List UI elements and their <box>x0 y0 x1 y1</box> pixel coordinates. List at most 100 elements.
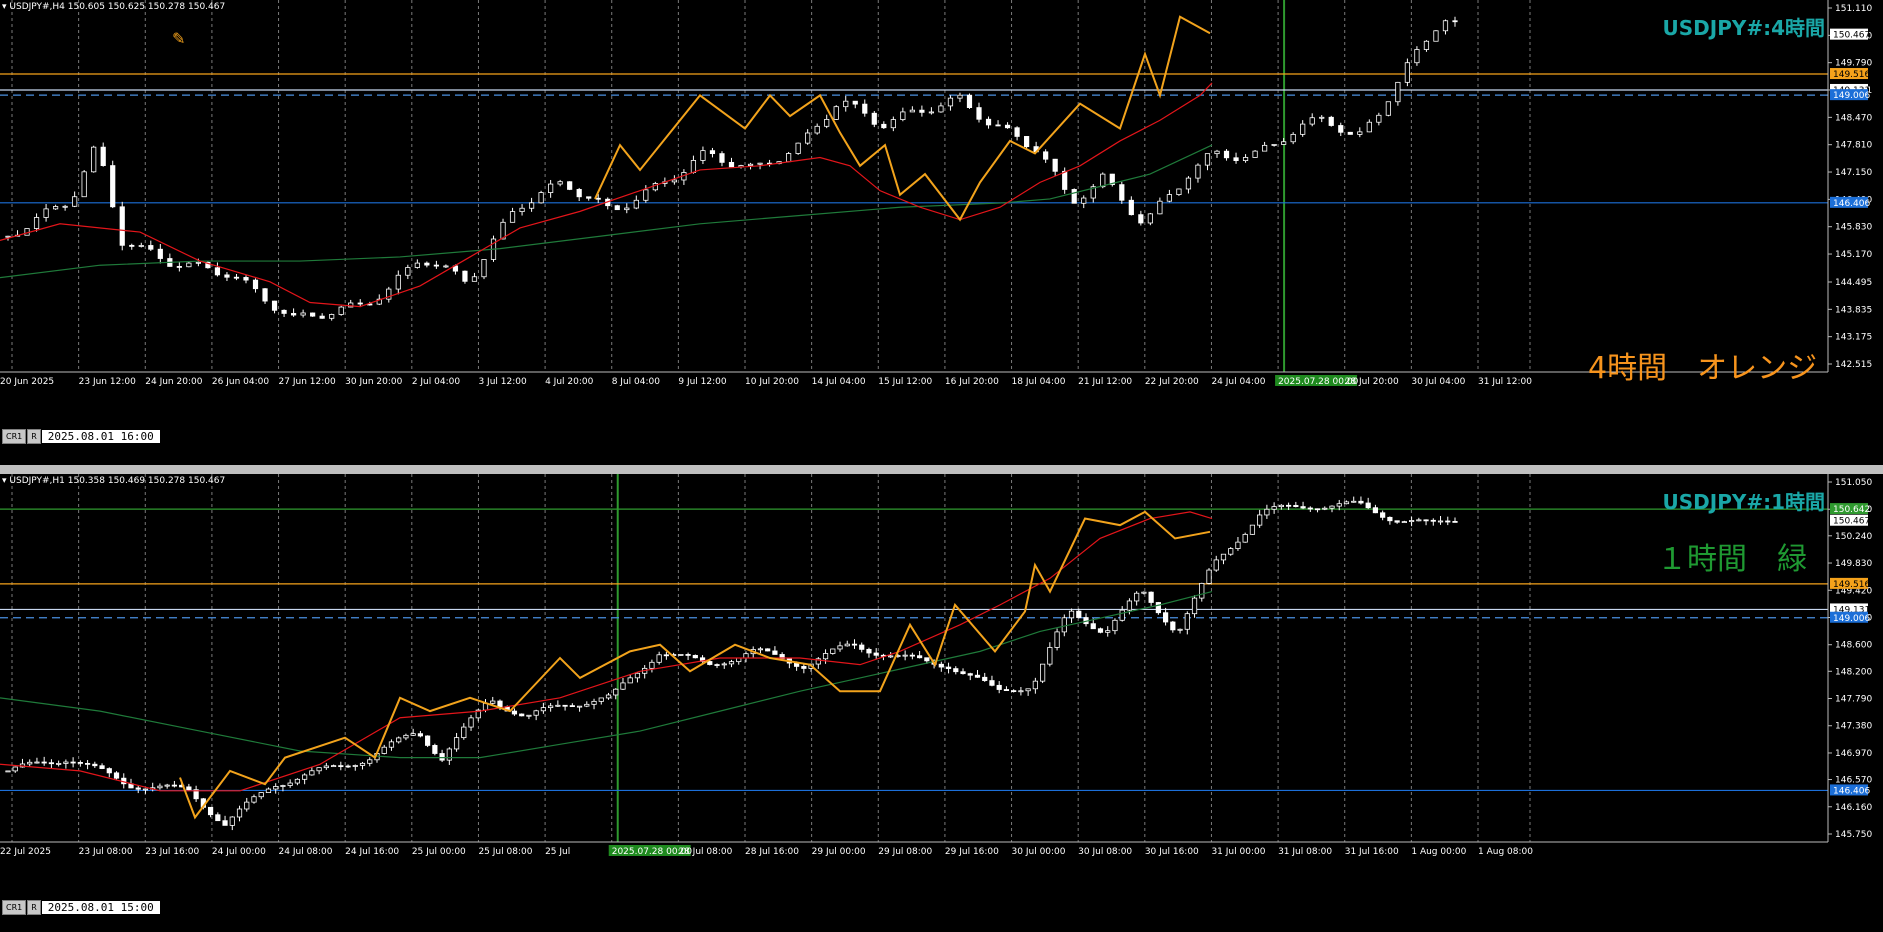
price-tick-label: 145.750 <box>1835 830 1872 840</box>
candle-body <box>1328 116 1334 126</box>
candle-body <box>960 671 966 675</box>
candle-body <box>323 765 329 769</box>
price-tick-label: 147.810 <box>1835 141 1872 151</box>
candle-body <box>1357 131 1363 135</box>
candle-body <box>1394 520 1400 523</box>
cr1-button[interactable]: CR1 <box>2 428 27 444</box>
chart-pane-h4[interactable]: ✎151.110150.450149.790149.131148.470147.… <box>0 0 1883 465</box>
candle-body <box>290 313 297 316</box>
time-tick-label: 30 Jun 20:00 <box>345 377 402 387</box>
candle-body <box>938 663 944 668</box>
candle-body <box>900 111 906 120</box>
candle-body <box>1157 200 1163 215</box>
candle-body <box>468 717 474 728</box>
candle-body <box>728 161 735 168</box>
candle-body <box>881 123 887 129</box>
header-text: USDJPY#,H1 150.358 150.469 150.278 150.4… <box>9 476 226 486</box>
candle-body <box>233 276 240 279</box>
candle-body <box>805 132 811 144</box>
candle-body <box>439 753 445 761</box>
price-marker-label: 146.406 <box>1833 199 1870 209</box>
candle-body <box>1338 125 1344 133</box>
candle-body <box>976 107 982 120</box>
candle-body <box>1228 548 1234 555</box>
pencil-tool-icon: ✎ <box>172 29 185 48</box>
candle-body <box>526 714 532 717</box>
r-button[interactable]: R <box>27 428 41 444</box>
price-tick-label: 147.150 <box>1835 168 1872 178</box>
candle-body <box>1290 133 1296 143</box>
time-tick-label: 25 Jul 08:00 <box>478 847 532 857</box>
moving-average-fast <box>0 82 1213 308</box>
pane-separator[interactable] <box>0 465 1883 474</box>
candle-body <box>1242 533 1248 543</box>
candle-body <box>338 765 344 768</box>
candle-body <box>395 274 401 290</box>
candle-body <box>690 160 697 173</box>
candle-body <box>714 664 720 666</box>
candle-body <box>569 705 575 708</box>
candle-body <box>164 784 170 787</box>
candle-body <box>258 792 264 798</box>
candle-body <box>110 165 116 208</box>
candle-body <box>757 648 764 651</box>
price-tick-label: 144.495 <box>1835 278 1872 288</box>
candle-body <box>678 654 684 656</box>
time-tick-label: 1 Aug 08:00 <box>1478 847 1533 857</box>
candle-body <box>1351 500 1357 503</box>
time-tick-label: 30 Jul 00:00 <box>1012 847 1066 857</box>
r-button[interactable]: R <box>27 899 41 915</box>
price-marker-label: 150.642 <box>1833 505 1870 515</box>
candle-body <box>1233 157 1239 161</box>
candle-body <box>633 199 639 209</box>
candle-body <box>417 733 423 737</box>
candle-body <box>280 785 286 787</box>
zigzag-line <box>179 510 1211 820</box>
candle-body <box>795 142 801 154</box>
header-text: USDJPY#,H4 150.605 150.625 150.278 150.4… <box>9 2 226 12</box>
candle-body <box>1300 123 1306 135</box>
candle-body <box>359 762 366 766</box>
cr1-button[interactable]: CR1 <box>2 899 27 915</box>
candle-body <box>43 208 49 218</box>
candle-body <box>728 661 735 665</box>
candle-body <box>106 768 112 774</box>
candle-body <box>251 796 257 803</box>
candle-body <box>1148 591 1154 603</box>
candle-body <box>300 312 306 316</box>
chart-canvas-h4[interactable]: ✎151.110150.450149.790149.131148.470147.… <box>0 0 1883 465</box>
candle-body <box>138 245 144 247</box>
candle-body <box>1414 49 1420 64</box>
candle-body <box>1442 20 1449 32</box>
candle-body <box>316 767 322 772</box>
time-tick-label: 23 Jun 12:00 <box>79 377 136 387</box>
candle-body <box>236 808 243 818</box>
price-tick-label: 146.970 <box>1835 749 1872 759</box>
candle-body <box>719 153 725 163</box>
candle-body <box>528 202 535 209</box>
candle-body <box>1404 62 1411 83</box>
candle-body <box>1004 124 1011 129</box>
candle-body <box>207 806 214 816</box>
price-tick-label: 151.110 <box>1835 4 1872 14</box>
price-marker-label: 150.467 <box>1833 517 1870 527</box>
candle-body <box>824 118 830 127</box>
time-tick-label: 24 Jul 04:00 <box>1211 377 1265 387</box>
crosshair-date-box-h4: CR1 R 2025.08.01 16:00 <box>2 428 160 444</box>
candle-body <box>1372 507 1379 514</box>
candle-body <box>100 146 106 166</box>
candle-body <box>1257 514 1263 526</box>
price-tick-label: 150.240 <box>1835 532 1872 542</box>
candle-body <box>1347 131 1353 135</box>
chart-pane-h1[interactable]: 151.050150.640150.240149.830149.420149.0… <box>0 474 1883 932</box>
candle-body <box>765 648 771 652</box>
candle-body <box>1018 690 1024 693</box>
candle-body <box>229 816 235 826</box>
candle-body <box>1281 141 1287 145</box>
candle-body <box>273 786 279 790</box>
chart-canvas-h1[interactable]: 151.050150.640150.240149.830149.420149.0… <box>0 474 1883 932</box>
price-tick-label: 142.515 <box>1835 360 1872 370</box>
candle-body <box>1249 524 1256 535</box>
candle-body <box>519 207 525 212</box>
candle-body <box>620 682 626 690</box>
